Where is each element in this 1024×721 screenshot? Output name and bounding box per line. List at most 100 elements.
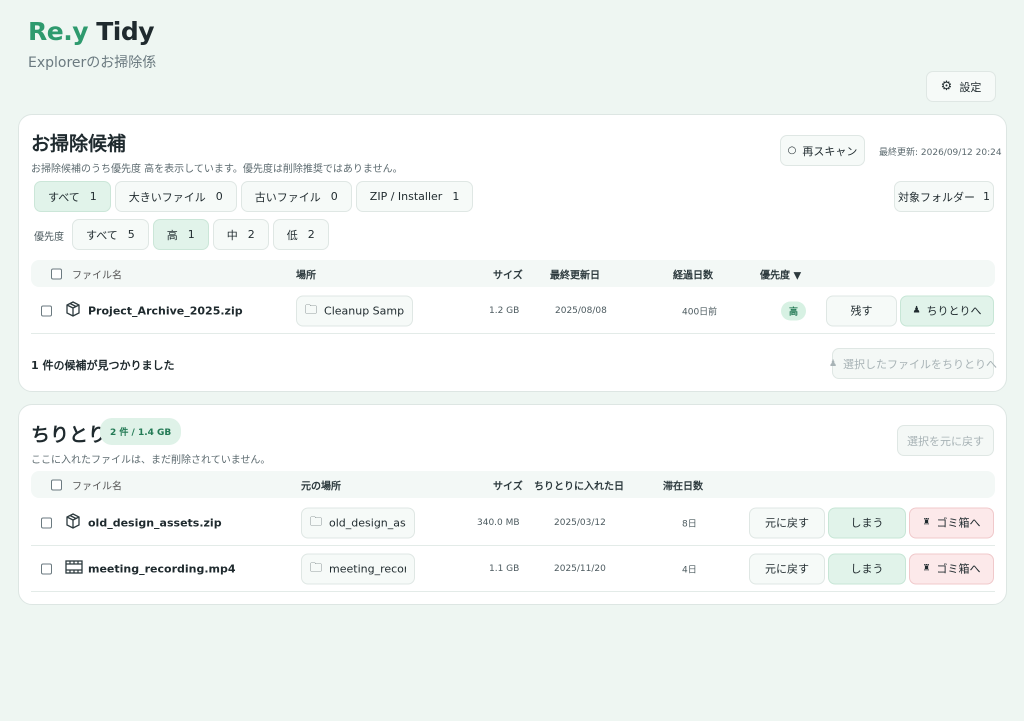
brand-name: Tidy	[96, 17, 155, 46]
row-elapsed: 400日前	[682, 307, 718, 317]
col-added-date: ちりとりに入れた日	[534, 481, 624, 492]
trash-button[interactable]: ♜ ゴミ箱へ	[909, 507, 994, 538]
folder-icon: 🗀	[310, 560, 323, 574]
row-size: 1.2 GB	[489, 305, 520, 316]
film-icon	[65, 559, 83, 578]
dustpan-title: ちりとり	[31, 424, 108, 446]
col-modified: 最終更新日	[550, 270, 600, 281]
row-modified: 2025/08/08	[555, 305, 607, 316]
store-button[interactable]: しまう	[828, 507, 906, 538]
target-folder-count: 1	[983, 190, 990, 203]
dustpan-count-badge: 2 件 / 1.4 GB	[100, 418, 182, 445]
candidates-description: お掃除候補のうち優先度 高を表示しています。優先度は削除推奨ではありません。	[31, 164, 403, 175]
trash-icon: ♜	[922, 517, 931, 528]
filter-count: 0	[330, 190, 338, 203]
person-icon: ♟	[912, 305, 921, 316]
gear-icon: ⚙	[940, 79, 953, 94]
package-icon	[65, 512, 81, 533]
candidates-title: お掃除候補	[31, 133, 127, 155]
col-elapsed: 経過日数	[673, 270, 713, 281]
dustpan-card: ちりとり 2 件 / 1.4 GB ここに入れたファイルは、まだ削除されていませ…	[18, 404, 1007, 605]
filter-count: 1	[452, 190, 460, 203]
row-checkbox[interactable]	[41, 305, 52, 316]
rescan-button[interactable]: ○ 再スキャン	[780, 135, 865, 166]
settings-label: 設定	[959, 80, 982, 94]
move-to-dustpan-label: ちりとりへ	[926, 304, 982, 318]
trash-label: ゴミ箱へ	[936, 562, 981, 576]
priority-badge: 高	[781, 301, 807, 320]
brand-accent: Re.y	[28, 17, 89, 46]
keep-button[interactable]: 残す	[826, 295, 897, 326]
app-subtitle: Explorerのお掃除係	[28, 55, 157, 71]
priority-filters: すべて 5 高1 中2 低2	[72, 219, 329, 250]
filter-zip-installer[interactable]: ZIP / Installer 1	[355, 181, 474, 212]
candidates-card: お掃除候補 お掃除候補のうち優先度 高を表示しています。優先度は削除推奨ではあり…	[18, 114, 1007, 392]
restore-button[interactable]: 元に戻す	[749, 507, 825, 538]
row-filename: Project_Archive_2025.zip	[88, 304, 243, 317]
filter-label: すべて	[48, 190, 80, 204]
candidates-table-header: ファイル名 場所 サイズ 最終更新日 経過日数 優先度 ▼	[31, 260, 995, 287]
priority-filter-medium[interactable]: 中2	[212, 219, 269, 250]
priority-filter-high[interactable]: 高1	[152, 219, 209, 250]
priority-filter-all[interactable]: すべて 5	[72, 219, 149, 250]
table-row: old_design_assets.zip 🗀 old_design_asset…	[31, 500, 995, 546]
folder-icon: 🗀	[310, 514, 323, 528]
location-button[interactable]: 🗀 Cleanup Samples	[296, 295, 413, 326]
app-header: Re.y Tidy Explorerのお掃除係	[28, 16, 156, 72]
dustpan-description: ここに入れたファイルは、まだ削除されていません。	[31, 455, 271, 466]
row-added-date: 2025/11/20	[554, 563, 606, 574]
filter-label: 低	[286, 228, 298, 242]
location-button[interactable]: 🗀 old_design_assets	[301, 507, 415, 538]
restore-selected-button[interactable]: 選択を元に戻す	[897, 425, 994, 456]
row-size: 1.1 GB	[489, 563, 520, 574]
filter-all[interactable]: すべて 1	[34, 181, 111, 212]
location-text: old_design_assets	[329, 516, 406, 529]
move-to-dustpan-button[interactable]: ♟ ちりとりへ	[900, 295, 994, 326]
filter-count: 5	[127, 228, 135, 241]
col-location: 場所	[296, 270, 316, 281]
row-checkbox[interactable]	[41, 517, 52, 528]
table-row: Project_Archive_2025.zip 🗀 Cleanup Sampl…	[31, 288, 995, 334]
filter-count: 1	[89, 190, 97, 203]
package-icon	[65, 300, 81, 321]
filter-label: 高	[166, 228, 178, 242]
trash-icon: ♜	[922, 563, 931, 574]
found-count-text: 1 件の候補が見つかりました	[31, 359, 175, 372]
filter-label: 中	[226, 228, 238, 242]
row-checkbox[interactable]	[41, 563, 52, 574]
dustpan-table-header: ファイル名 元の場所 サイズ ちりとりに入れた日 滞在日数	[31, 471, 995, 498]
settings-button[interactable]: ⚙ 設定	[926, 71, 996, 102]
app-logo: Re.y Tidy	[28, 16, 156, 48]
select-all-checkbox[interactable]	[51, 268, 62, 279]
filter-label: 大きいファイル	[128, 190, 206, 204]
filter-label: ZIP / Installer	[369, 190, 443, 203]
filter-large-files[interactable]: 大きいファイル 0	[114, 181, 237, 212]
col-original-location: 元の場所	[301, 481, 341, 492]
priority-filter-low[interactable]: 低2	[272, 219, 329, 250]
rescan-label: 再スキャン	[802, 144, 858, 158]
restore-button[interactable]: 元に戻す	[749, 553, 825, 584]
filter-label: 古いファイル	[254, 190, 321, 204]
col-size: サイズ	[493, 270, 523, 281]
store-button[interactable]: しまう	[828, 553, 906, 584]
trash-label: ゴミ箱へ	[936, 516, 981, 530]
row-filename: old_design_assets.zip	[88, 516, 222, 529]
category-filters: すべて 1 大きいファイル 0 古いファイル 0 ZIP / Installer 1	[34, 181, 474, 212]
filter-count: 1	[187, 228, 195, 241]
target-folder-label: 対象フォルダー	[898, 190, 975, 204]
table-row: meeting_recording.mp4 🗀 meeting_recordin…	[31, 546, 995, 592]
filter-old-files[interactable]: 古いファイル 0	[240, 181, 352, 212]
person-icon: ♟	[828, 358, 838, 369]
row-added-date: 2025/03/12	[554, 517, 606, 528]
filter-count: 2	[307, 228, 315, 241]
target-folder-button[interactable]: 対象フォルダー 1	[894, 181, 994, 212]
col-priority[interactable]: 優先度 ▼	[760, 266, 801, 281]
col-filename: ファイル名	[72, 481, 122, 492]
select-all-checkbox[interactable]	[51, 479, 62, 490]
row-filename: meeting_recording.mp4	[88, 562, 236, 575]
trash-button[interactable]: ♜ ゴミ箱へ	[909, 553, 994, 584]
move-selected-button[interactable]: ♟ 選択したファイルをちりとりへ	[828, 348, 997, 379]
location-button[interactable]: 🗀 meeting_recording	[301, 553, 415, 584]
last-updated: 最終更新: 2026/09/12 20:24	[879, 148, 1002, 158]
col-filename: ファイル名	[72, 270, 122, 281]
